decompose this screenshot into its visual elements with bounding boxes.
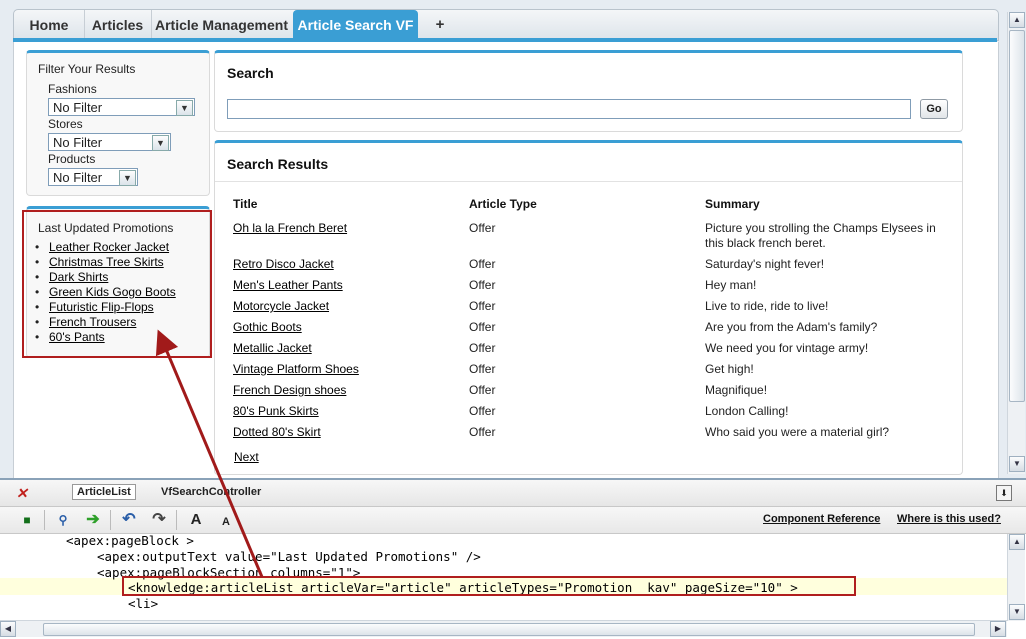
annotation-arrow: [155, 329, 264, 578]
